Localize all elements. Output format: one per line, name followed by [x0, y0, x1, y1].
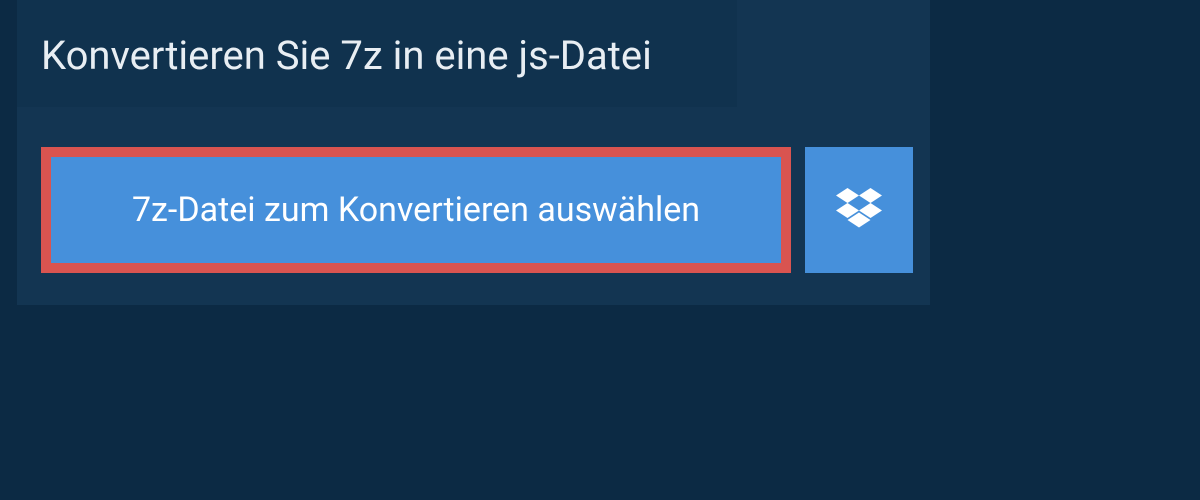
select-file-button[interactable]: 7z-Datei zum Konvertieren auswählen: [41, 147, 791, 273]
converter-panel: Konvertieren Sie 7z in eine js-Datei 7z-…: [17, 0, 930, 305]
action-row: 7z-Datei zum Konvertieren auswählen: [41, 147, 930, 273]
page-title: Konvertieren Sie 7z in eine js-Datei: [41, 32, 713, 79]
dropbox-icon: [836, 188, 882, 232]
select-file-label: 7z-Datei zum Konvertieren auswählen: [132, 190, 700, 230]
dropbox-button[interactable]: [805, 147, 913, 273]
panel-header: Konvertieren Sie 7z in eine js-Datei: [17, 0, 737, 107]
